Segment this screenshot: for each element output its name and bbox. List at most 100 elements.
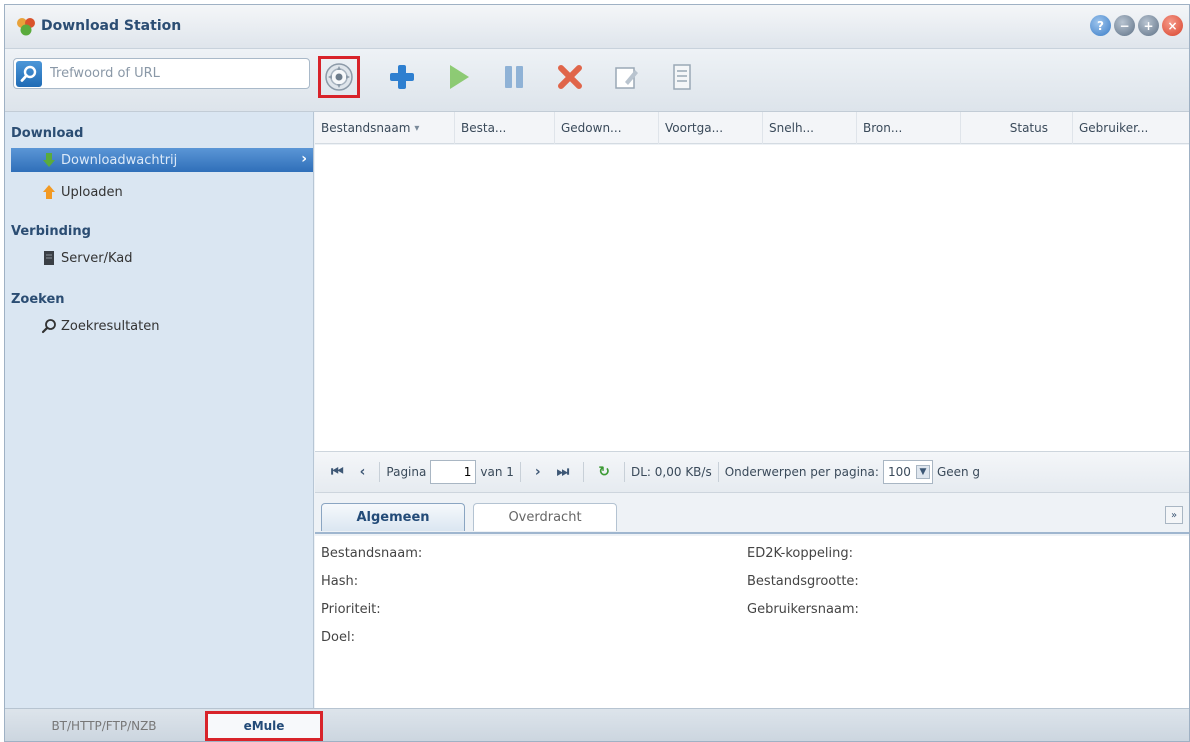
tab-label: Overdracht [508,510,582,525]
sidebar-item-uploaden[interactable]: Uploaden [11,180,313,204]
search-icon[interactable] [16,60,42,87]
plus-icon [390,65,414,89]
delete-button[interactable] [549,56,591,98]
column-label: Gedown... [561,121,622,135]
field-hash-label: Hash: [321,574,359,589]
column-label: Snelh... [769,121,814,135]
per-page-select[interactable]: 100 ▼ [882,460,933,484]
maximize-icon[interactable]: + [1138,15,1159,36]
settings-button[interactable] [318,56,360,98]
field-bestandsgrootte-label: Bestandsgrootte: [747,574,859,589]
separator [583,462,585,482]
page-of-label: van 1 [480,465,514,479]
last-page-icon[interactable]: ⏭ [549,464,578,480]
column-label: Voortga... [665,121,724,135]
section-verbinding-title: Verbinding [11,224,91,239]
tab-algemeen[interactable]: Algemeen [321,503,465,531]
field-ed2k-label: ED2K-koppeling: [747,546,853,561]
download-station-window: Download Station ? − + × Trefwoord of UR… [4,4,1190,742]
column-label: Gebruiker... [1079,121,1149,135]
play-icon [450,65,469,89]
separator [519,462,521,482]
page-number-input[interactable] [430,460,477,484]
column-header-bestandsnaam[interactable]: Bestandsnaam ▾ [315,112,455,144]
search-icon [41,319,56,334]
page-label: Pagina [386,465,427,479]
edit-button[interactable] [605,56,647,98]
download-queue-icon [43,153,55,167]
clear-button[interactable] [661,56,703,98]
tab-label: eMule [243,719,285,733]
detail-tabs: Algemeen Overdracht » [315,494,1189,534]
add-button[interactable] [381,56,423,98]
task-grid-header: Bestandsnaam ▾ Besta... Gedown... Voortg… [315,112,1189,144]
column-label: Besta... [461,121,507,135]
minimize-icon[interactable]: − [1114,15,1135,36]
sidebar-item-label: Uploaden [61,184,123,200]
field-prioriteit-label: Prioriteit: [321,602,381,617]
bottom-tab-bar: BT/HTTP/FTP/NZB eMule [5,708,1189,741]
column-label: Bestandsnaam [321,121,411,135]
column-header-voortgang[interactable]: Voortga... [659,112,763,144]
column-header-status[interactable]: Status [961,112,1073,144]
sidebar-item-downloadwachtrij[interactable]: Downloadwachtrij › [11,148,313,172]
sidebar-item-server-kad[interactable]: Server/Kad [11,246,313,270]
download-speed: DL: 0,00 KB/s [631,465,712,479]
pause-icon [505,66,523,88]
tab-label: BT/HTTP/FTP/NZB [51,719,157,733]
resume-button[interactable] [437,56,479,98]
sidebar-item-label: Server/Kad [61,250,133,266]
close-icon[interactable]: × [1162,15,1183,36]
gear-icon [325,63,353,91]
field-doel-label: Doel: [321,630,355,645]
tab-emule[interactable]: eMule [205,711,323,741]
search-box [13,58,310,89]
separator [624,462,625,482]
pagination-bar: ⏮ ‹ Pagina van 1 › ⏭ ↻ DL: 0,00 KB/s Ond… [315,451,1189,493]
sort-desc-icon: ▾ [414,122,420,134]
detail-panel: Bestandsnaam: Hash: Prioriteit: Doel: ED… [315,536,1189,708]
separator [379,462,381,482]
pause-button[interactable] [493,56,535,98]
column-header-gebruiker[interactable]: Gebruiker... [1073,112,1189,144]
column-header-bron[interactable]: Bron... [857,112,961,144]
delete-x-icon [558,65,582,89]
per-page-label: Onderwerpen per pagina: [724,465,879,479]
chevron-down-icon: ▼ [915,465,930,479]
sidebar-item-zoekresultaten[interactable]: Zoekresultaten [11,314,313,338]
section-zoeken-title: Zoeken [11,292,65,307]
separator [717,462,719,482]
help-icon[interactable]: ? [1090,15,1111,36]
chevron-right-icon: › [301,151,307,167]
column-label: Bron... [863,121,903,135]
search-input[interactable] [50,66,300,81]
tab-bt-http-ftp-nzb[interactable]: BT/HTTP/FTP/NZB [9,711,199,741]
edit-icon [615,67,638,89]
column-header-gedownload[interactable]: Gedown... [555,112,659,144]
sidebar-item-label: Downloadwachtrij [61,152,178,168]
section-download-title: Download [11,126,84,141]
prev-page-icon[interactable]: ‹ [352,464,374,480]
toolbar [5,49,1189,112]
collapse-icon[interactable]: » [1165,506,1183,524]
field-gebruikersnaam-label: Gebruikersnaam: [747,602,859,617]
list-icon [673,64,691,90]
column-header-bestandsgrootte[interactable]: Besta... [455,112,555,144]
window-controls: ? − + × [1090,15,1183,36]
next-page-icon[interactable]: › [527,464,549,480]
sidebar: Download Downloadwachtrij › Uploaden Ver… [5,112,314,708]
trailing-label: Geen g [936,465,981,479]
field-bestandsnaam-label: Bestandsnaam: [321,546,423,561]
app-logo-icon [17,18,35,36]
per-page-value: 100 [887,465,911,479]
tab-overdracht[interactable]: Overdracht [473,503,617,531]
column-label: Status [1009,121,1048,135]
title-bar: Download Station ? − + × [5,5,1189,49]
upload-icon [43,185,55,199]
app-title: Download Station [41,18,182,34]
first-page-icon[interactable]: ⏮ [323,464,352,480]
sidebar-item-label: Zoekresultaten [61,318,160,334]
column-header-snelheid[interactable]: Snelh... [763,112,857,144]
refresh-icon[interactable]: ↻ [590,464,618,480]
task-grid-body[interactable] [315,145,1189,451]
